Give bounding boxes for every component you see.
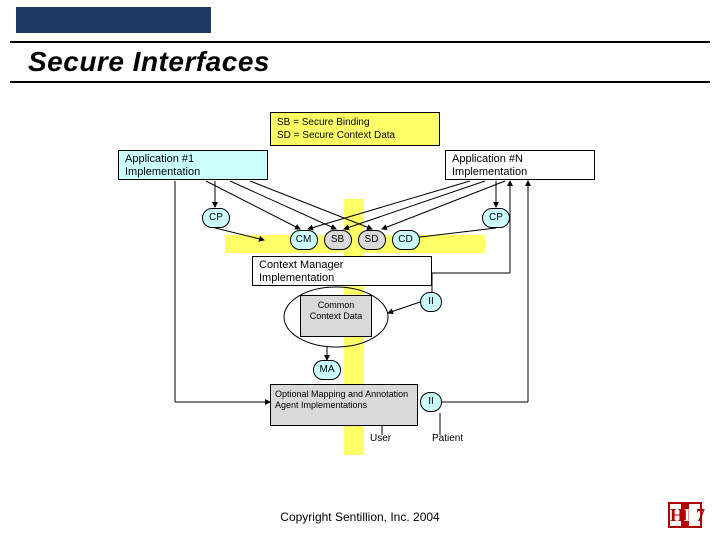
page-title: Secure Interfaces — [28, 46, 710, 78]
ii-node-upper: II — [420, 292, 442, 312]
cp-node-left: CP — [202, 208, 230, 228]
legend-line-sb: SB = Secure Binding — [277, 116, 433, 129]
app1-line2: Implementation — [125, 166, 261, 179]
legend-line-sd: SD = Secure Context Data — [277, 129, 433, 142]
context-manager-box: Context Manager Implementation — [252, 256, 432, 286]
title-band: Secure Interfaces — [10, 41, 710, 83]
app1-line1: Application #1 — [125, 153, 261, 166]
diagram-canvas: SB = Secure Binding SD = Secure Context … — [0, 95, 720, 470]
appn-line2: Implementation — [452, 166, 588, 179]
user-label: User — [370, 433, 391, 444]
ctx-line2: Implementation — [259, 272, 425, 285]
ctx-line1: Context Manager — [259, 259, 425, 272]
cm-node: CM — [290, 230, 318, 250]
logo-7: 7 — [696, 505, 705, 525]
logo-h: H — [670, 505, 684, 525]
appn-line1: Application #N — [452, 153, 588, 166]
sd-node: SD — [358, 230, 386, 250]
cd-node: CD — [392, 230, 420, 250]
legend-box: SB = Secure Binding SD = Secure Context … — [270, 112, 440, 146]
patient-label: Patient — [432, 433, 463, 444]
copyright-text: Copyright Sentillion, Inc. 2004 — [0, 510, 720, 524]
sb-node: SB — [324, 230, 352, 250]
header-accent-bar — [16, 7, 211, 33]
common-context-data-box: Common Context Data — [300, 295, 372, 337]
application-n-box: Application #N Implementation — [445, 150, 595, 180]
logo-l: L — [684, 505, 696, 525]
ii-node-lower: II — [420, 392, 442, 412]
hl7-logo: HL7 — [668, 502, 702, 528]
cp-node-right: CP — [482, 208, 510, 228]
manager-interface-row: CM SB SD CD — [252, 230, 457, 256]
ma-node: MA — [313, 360, 341, 380]
application-1-box: Application #1 Implementation — [118, 150, 268, 180]
mapping-agent-box: Optional Mapping and Annotation Agent Im… — [270, 384, 418, 426]
